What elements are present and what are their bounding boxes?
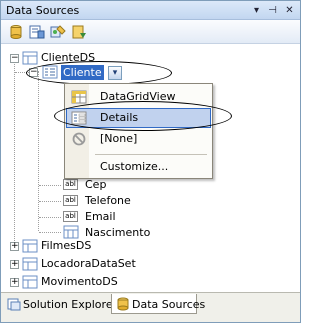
title-bar: Data Sources ▾ ⊣ ✕ bbox=[1, 1, 300, 20]
tree-guide-line bbox=[39, 232, 61, 233]
datagridview-icon bbox=[71, 90, 87, 104]
menu-item-label: Customize... bbox=[100, 160, 169, 173]
tree-guide-line bbox=[15, 72, 29, 73]
menu-item-none[interactable]: [None] bbox=[66, 129, 211, 149]
tree-field-cep[interactable]: Cep bbox=[85, 178, 106, 191]
tree-guide-line bbox=[14, 58, 15, 249]
data-sources-icon bbox=[117, 297, 129, 311]
data-sources-window: Data Sources ▾ ⊣ ✕ − ClienteDS − Cliente… bbox=[0, 0, 301, 323]
bottom-tab-strip: Solution Explorer Data Sources bbox=[1, 292, 300, 322]
tree-field-email[interactable]: Email bbox=[85, 210, 116, 223]
details-icon bbox=[71, 111, 87, 125]
expand-cliente-button[interactable]: − bbox=[29, 68, 38, 77]
expand-clienteds-button[interactable]: − bbox=[10, 54, 19, 63]
tree-node-cliente[interactable]: Cliente bbox=[61, 65, 104, 80]
tree-field-telefone[interactable]: Telefone bbox=[85, 194, 131, 207]
dataset-icon bbox=[22, 51, 38, 65]
tree-guide-line bbox=[39, 201, 61, 202]
expand-movimentods-button[interactable]: + bbox=[10, 278, 19, 287]
tab-label: Data Sources bbox=[132, 298, 206, 311]
tree-node-filmesds[interactable]: FilmesDS bbox=[41, 239, 91, 252]
close-icon[interactable]: ✕ bbox=[283, 4, 296, 17]
expand-locadoradataset-button[interactable]: + bbox=[10, 260, 19, 269]
dataset-icon bbox=[22, 275, 38, 289]
expand-filmesds-button[interactable]: + bbox=[10, 242, 19, 251]
textbox-field-icon: abl bbox=[63, 195, 78, 206]
auto-hide-pin-icon[interactable]: ⊣ bbox=[266, 4, 279, 17]
tree-guide-line bbox=[39, 185, 61, 186]
edit-dataset-designer-icon[interactable] bbox=[29, 24, 45, 40]
tab-data-sources[interactable]: Data Sources bbox=[111, 294, 205, 314]
datetimepicker-field-icon bbox=[63, 225, 79, 239]
window-position-dropdown-icon[interactable]: ▾ bbox=[250, 4, 263, 17]
add-new-data-source-icon[interactable] bbox=[8, 24, 24, 40]
control-type-menu: DataGridView Details [None] Customize... bbox=[64, 83, 213, 179]
menu-item-details[interactable]: Details bbox=[66, 108, 211, 128]
none-icon bbox=[72, 132, 86, 146]
textbox-field-icon: abl bbox=[63, 211, 78, 222]
tree-guide-line bbox=[38, 71, 39, 231]
tab-label: Solution Explorer bbox=[23, 298, 118, 311]
solution-explorer-icon bbox=[7, 298, 21, 311]
menu-item-label: [None] bbox=[100, 132, 138, 145]
tab-solution-explorer[interactable]: Solution Explorer bbox=[3, 294, 117, 314]
refresh-icon[interactable] bbox=[71, 24, 87, 40]
menu-item-label: DataGridView bbox=[100, 90, 176, 103]
details-table-icon bbox=[42, 65, 58, 79]
tree-node-locadoradataset[interactable]: LocadoraDataSet bbox=[41, 257, 136, 270]
textbox-field-icon: abl bbox=[63, 179, 78, 190]
cliente-dropdown-button[interactable]: ▾ bbox=[108, 66, 122, 80]
window-title: Data Sources bbox=[6, 4, 80, 17]
dataset-icon bbox=[22, 257, 38, 271]
menu-item-customize[interactable]: Customize... bbox=[66, 157, 211, 177]
configure-dataset-icon[interactable] bbox=[50, 24, 66, 40]
menu-item-datagridview[interactable]: DataGridView bbox=[66, 87, 211, 107]
tree-node-clienteds[interactable]: ClienteDS bbox=[41, 51, 95, 64]
tree-guide-line bbox=[39, 217, 61, 218]
dataset-icon bbox=[22, 239, 38, 253]
toolbar bbox=[1, 20, 300, 44]
menu-separator bbox=[95, 154, 207, 155]
menu-item-label: Details bbox=[100, 111, 139, 124]
tree-field-nascimento[interactable]: Nascimento bbox=[85, 226, 150, 239]
tree-node-movimentods[interactable]: MovimentoDS bbox=[41, 275, 118, 288]
